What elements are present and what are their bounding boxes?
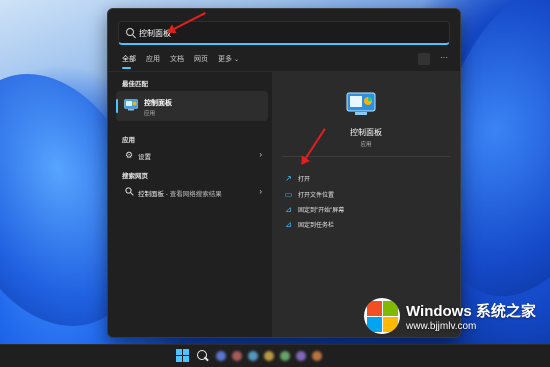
web-result[interactable]: 控制面板 - 查看网络搜索结果 › <box>116 184 268 200</box>
start-search-panel: 全部 应用 文档 网页 更多⌄ ··· 最佳匹配 控制面板 应用 应用 ⚙ 设置… <box>107 8 461 338</box>
share-icon[interactable] <box>418 53 430 65</box>
windows-logo-icon <box>364 298 400 334</box>
app-result-label: 设置 <box>138 154 151 161</box>
watermark-url: www.bjjmlv.com <box>406 321 477 332</box>
gear-icon: ⚙ <box>124 150 134 160</box>
windows-start-icon[interactable] <box>176 349 189 362</box>
tab-documents[interactable]: 文档 <box>170 55 184 65</box>
taskbar <box>0 344 550 367</box>
chevron-right-icon[interactable]: › <box>259 150 262 160</box>
web-search-heading: 搜索网页 <box>122 173 148 180</box>
action-label: 固定到"开始"屏幕 <box>298 208 345 214</box>
results-list: 最佳匹配 控制面板 应用 应用 ⚙ 设置 › 搜索网页 控制面板 - 查看网络搜… <box>108 72 272 337</box>
action-label: 固定到任务栏 <box>298 223 335 229</box>
chevron-right-icon[interactable]: › <box>259 187 262 197</box>
folder-icon: ▭ <box>284 190 293 199</box>
tab-web[interactable]: 网页 <box>194 55 208 65</box>
action-label: 打开 <box>298 177 311 183</box>
control-panel-icon <box>124 99 138 111</box>
search-icon[interactable] <box>196 349 209 362</box>
action-open[interactable]: ↗ 打开 <box>284 172 454 185</box>
taskbar-app-icon[interactable] <box>280 351 290 361</box>
app-result-settings[interactable]: ⚙ 设置 › <box>116 147 268 163</box>
taskbar-app-icon[interactable] <box>232 351 242 361</box>
taskbar-app-icon[interactable] <box>264 351 274 361</box>
tab-more[interactable]: 更多 ⌄ <box>218 55 239 65</box>
more-options-icon[interactable]: ··· <box>438 53 450 65</box>
best-match-name: 控制面板 <box>144 100 172 107</box>
site-watermark: Windows 系统之家 www.bjjmlv.com <box>360 294 550 344</box>
detail-app-type: 应用 <box>360 142 372 148</box>
action-pin-to-start[interactable]: ⊿ 固定到"开始"屏幕 <box>284 203 454 216</box>
open-icon: ↗ <box>285 174 292 183</box>
search-icon <box>126 28 136 39</box>
chevron-down-icon: ⌄ <box>234 57 240 63</box>
taskbar-app-icon[interactable] <box>296 351 306 361</box>
taskbar-app-icon[interactable] <box>248 351 258 361</box>
watermark-title: Windows 系统之家 <box>406 303 536 320</box>
action-label: 打开文件位置 <box>298 193 335 199</box>
action-pin-to-taskbar[interactable]: ⊿ 固定到任务栏 <box>284 218 454 231</box>
tab-all[interactable]: 全部 <box>122 55 136 65</box>
taskbar-app-icon[interactable] <box>216 351 226 361</box>
best-match-type: 应用 <box>144 111 156 117</box>
detail-app-name: 控制面板 <box>350 128 382 137</box>
taskbar-app-icon[interactable] <box>312 351 322 361</box>
best-match-heading: 最佳匹配 <box>122 81 148 88</box>
apps-heading: 应用 <box>122 137 135 144</box>
control-panel-icon <box>346 92 376 115</box>
action-open-file-location[interactable]: ▭ 打开文件位置 <box>284 188 454 201</box>
pin-icon: ⊿ <box>285 205 292 214</box>
pin-icon: ⊿ <box>285 220 292 229</box>
active-tab-indicator <box>122 67 131 69</box>
web-result-label: 控制面板 - 查看网络搜索结果 <box>138 191 222 198</box>
best-match-result[interactable]: 控制面板 应用 <box>116 91 268 121</box>
search-icon <box>124 187 134 197</box>
tab-apps[interactable]: 应用 <box>146 55 160 65</box>
